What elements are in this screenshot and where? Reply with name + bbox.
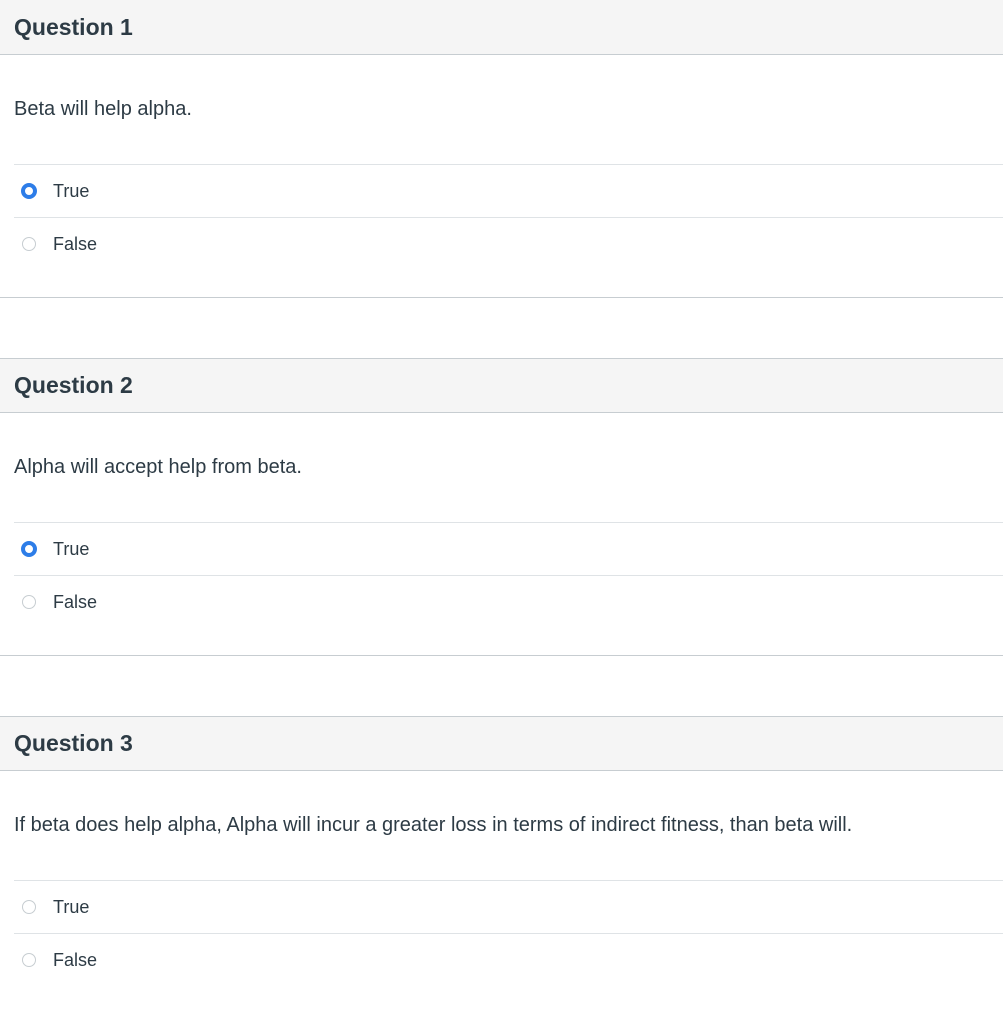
radio-button[interactable] (22, 595, 36, 609)
answer-list: True False (14, 164, 1003, 270)
answer-list: True False (14, 522, 1003, 628)
answer-option-true[interactable]: True (14, 880, 1003, 933)
radio-button[interactable] (22, 237, 36, 251)
radio-button-selected[interactable] (21, 183, 37, 199)
question-gap (0, 298, 1003, 358)
answer-label: False (53, 233, 98, 254)
question-title: Question 1 (14, 13, 133, 40)
answer-label: True (53, 180, 90, 201)
answer-option-false[interactable]: False (14, 575, 1003, 628)
answer-option-true[interactable]: True (14, 164, 1003, 217)
answer-option-true[interactable]: True (14, 522, 1003, 575)
question-1: Question 1 Beta will help alpha. True Fa… (0, 0, 1003, 298)
answer-list: True False (14, 880, 1003, 986)
question-header: Question 3 (0, 716, 1003, 771)
question-text: If beta does help alpha, Alpha will incu… (14, 814, 853, 836)
question-2: Question 2 Alpha will accept help from b… (0, 358, 1003, 656)
question-text: Beta will help alpha. (14, 98, 192, 120)
answer-label: True (53, 538, 90, 559)
answer-label: False (53, 949, 98, 970)
radio-button-selected[interactable] (21, 541, 37, 557)
answer-option-false[interactable]: False (14, 217, 1003, 270)
question-header: Question 2 (0, 358, 1003, 413)
answer-label: True (53, 896, 90, 917)
question-title: Question 2 (14, 372, 133, 398)
question-text: Alpha will accept help from beta. (14, 456, 302, 478)
answer-option-false[interactable]: False (14, 933, 1003, 986)
question-title: Question 3 (14, 730, 133, 756)
question-3: Question 3 If beta does help alpha, Alph… (0, 716, 1003, 986)
radio-button[interactable] (22, 900, 36, 914)
radio-button[interactable] (22, 953, 36, 967)
answer-label: False (53, 591, 98, 612)
question-gap (0, 656, 1003, 716)
question-header: Question 1 (0, 0, 1003, 55)
